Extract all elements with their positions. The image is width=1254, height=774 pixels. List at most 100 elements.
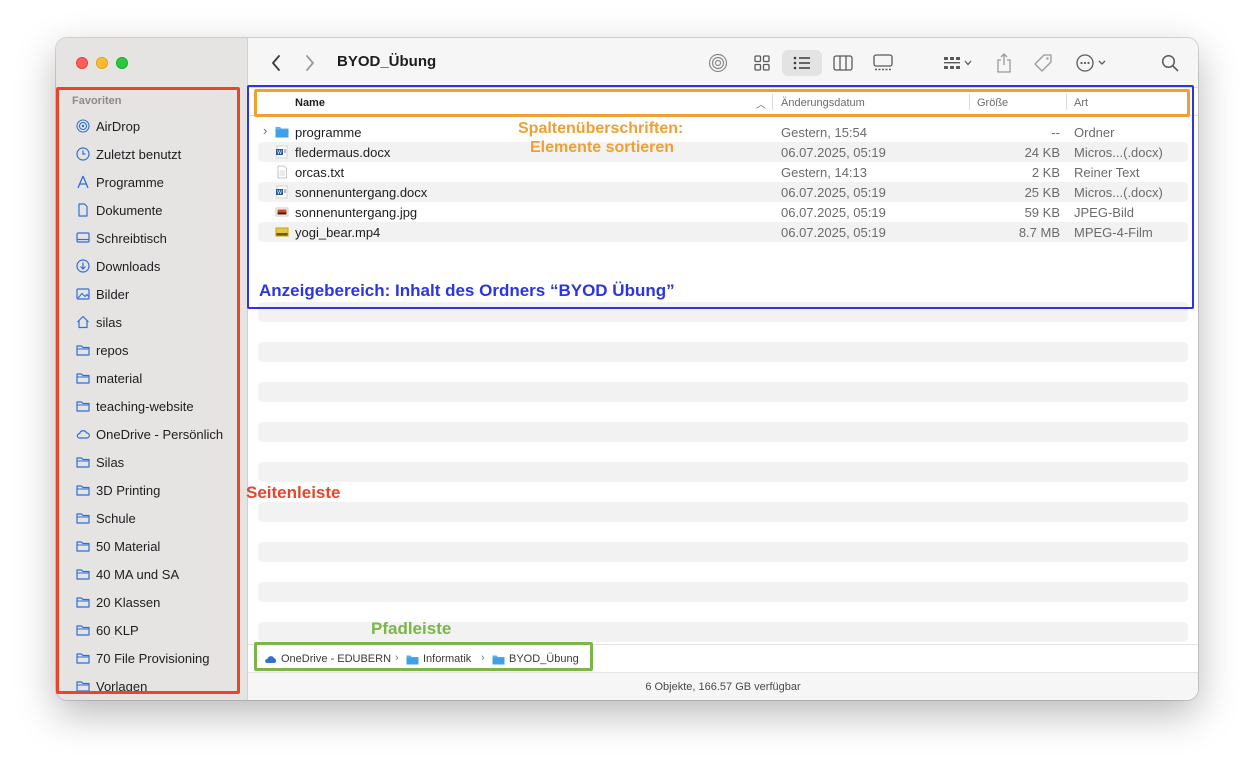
- window-title: BYOD_Übung: [337, 53, 437, 70]
- sidebar-item-bilder[interactable]: Bilder: [56, 280, 248, 308]
- sidebar-item-material[interactable]: material: [56, 364, 248, 392]
- column-header-size[interactable]: Größe: [977, 97, 1008, 109]
- sidebar-item-70-file-provisioning[interactable]: 70 File Provisioning: [56, 644, 248, 672]
- empty-row-stripe: [258, 542, 1188, 562]
- folder-icon: [275, 125, 289, 139]
- column-header-date[interactable]: Änderungsdatum: [781, 97, 865, 109]
- sidebar-item-label: Downloads: [96, 258, 161, 274]
- file-row[interactable]: Wsonnenuntergang.docx 06.07.2025, 05:19 25…: [258, 182, 1188, 202]
- download-icon: [76, 259, 90, 273]
- airdrop-toolbar-button[interactable]: [706, 51, 730, 75]
- path-segment-onedrive[interactable]: OneDrive - EDUBERN: [264, 653, 391, 665]
- sidebar-item-20-klassen[interactable]: 20 Klassen: [56, 588, 248, 616]
- cloud-icon: [76, 427, 90, 441]
- column-headers-annotation-label-line1: Spaltenüberschriften:: [518, 120, 684, 137]
- view-icons-button[interactable]: [748, 50, 776, 76]
- share-button[interactable]: [992, 49, 1016, 77]
- sidebar-item-label: Bilder: [96, 286, 130, 302]
- word-doc-icon: W: [275, 185, 289, 199]
- sidebar-item-60-klp[interactable]: 60 KLP: [56, 616, 248, 644]
- path-segment-byod[interactable]: BYOD_Übung: [492, 653, 579, 665]
- sidebar-item-vorlagen[interactable]: Vorlagen: [56, 672, 248, 700]
- folder-icon: [76, 399, 90, 413]
- close-window-button[interactable]: [76, 57, 88, 69]
- file-row[interactable]: › programme Gestern, 15:54 -- Ordner: [258, 122, 1188, 142]
- sidebar-item-silas[interactable]: silas: [56, 308, 248, 336]
- path-segment-informatik[interactable]: Informatik: [406, 653, 471, 665]
- sidebar-item-programme[interactable]: Programme: [56, 168, 248, 196]
- column-header-kind[interactable]: Art: [1074, 97, 1088, 109]
- sidebar-item-label: 50 Material: [96, 538, 161, 554]
- column-divider[interactable]: [969, 94, 970, 110]
- sidebar-item-silas[interactable]: Silas: [56, 448, 248, 476]
- sidebar-item-dokumente[interactable]: Dokumente: [56, 196, 248, 224]
- file-list-area: Name ︿ Änderungsdatum Größe Art › program…: [248, 88, 1198, 682]
- search-button[interactable]: [1158, 51, 1182, 75]
- sidebar-list: AirDrop Zuletzt benutzt Programme Dokumente…: [56, 112, 248, 700]
- file-kind: Micros...(.docx): [1074, 185, 1163, 200]
- folder-icon: [76, 455, 90, 469]
- image-file-icon: [275, 205, 289, 219]
- file-name: sonnenuntergang.docx: [295, 185, 428, 200]
- sidebar-item-schule[interactable]: Schule: [56, 504, 248, 532]
- gallery-icon: [873, 54, 893, 71]
- file-row[interactable]: Wfledermaus.docx 06.07.2025, 05:19 24 KB Mi…: [258, 142, 1188, 162]
- group-by-button[interactable]: [938, 50, 978, 76]
- file-size: 2 KB: [1031, 165, 1060, 180]
- back-button[interactable]: [266, 53, 286, 73]
- file-date: Gestern, 15:54: [781, 125, 867, 140]
- folder-icon: [76, 483, 90, 497]
- file-kind: MPEG-4-Film: [1074, 225, 1153, 240]
- photo-icon: [76, 287, 90, 301]
- desktop-icon: [76, 231, 90, 245]
- file-name: fledermaus.docx: [295, 145, 391, 160]
- file-date: 06.07.2025, 05:19: [781, 185, 886, 200]
- path-separator-icon: ›: [395, 652, 399, 664]
- airdrop-icon: [76, 119, 90, 133]
- minimize-window-button[interactable]: [96, 57, 108, 69]
- tags-button[interactable]: [1030, 50, 1056, 76]
- sidebar-item-label: Dokumente: [96, 202, 163, 218]
- file-row[interactable]: orcas.txt Gestern, 14:13 2 KB Reiner Text: [258, 162, 1188, 182]
- cloud-icon: [265, 655, 277, 663]
- zoom-window-button[interactable]: [116, 57, 128, 69]
- video-file-icon: [275, 225, 289, 239]
- ellipsis-circle-icon: [1076, 54, 1106, 72]
- toolbar: BYOD_Übung: [248, 38, 1198, 88]
- view-list-button[interactable]: [782, 50, 822, 76]
- view-columns-button[interactable]: [828, 50, 858, 76]
- folder-icon: [406, 655, 419, 664]
- column-divider[interactable]: [772, 94, 773, 110]
- column-divider[interactable]: [1066, 94, 1067, 110]
- sidebar-item-label: 70 File Provisioning: [96, 650, 210, 666]
- more-actions-button[interactable]: [1072, 50, 1112, 76]
- disclosure-triangle-icon[interactable]: ›: [263, 123, 267, 138]
- sidebar-item-label: AirDrop: [96, 118, 141, 134]
- svg-text:W: W: [277, 190, 282, 196]
- sidebar-item-downloads[interactable]: Downloads: [56, 252, 248, 280]
- sidebar-item-40-ma-und-sa[interactable]: 40 MA und SA: [56, 560, 248, 588]
- empty-row-stripe: [258, 582, 1188, 602]
- sidebar-item-schreibtisch[interactable]: Schreibtisch: [56, 224, 248, 252]
- empty-row-stripe: [258, 422, 1188, 442]
- folder-icon: [76, 539, 90, 553]
- sidebar-item-onedrive-persönlich[interactable]: OneDrive - Persönlich: [56, 420, 248, 448]
- sidebar-item-repos[interactable]: repos: [56, 336, 248, 364]
- folder-icon: [76, 623, 90, 637]
- file-row[interactable]: sonnenuntergang.jpg 06.07.2025, 05:19 59 K…: [258, 202, 1188, 222]
- sidebar-item-3d-printing[interactable]: 3D Printing: [56, 476, 248, 504]
- sidebar-item-label: Zuletzt benutzt: [96, 146, 182, 162]
- sidebar-item-50-material[interactable]: 50 Material: [56, 532, 248, 560]
- sidebar-item-teaching-website[interactable]: teaching-website: [56, 392, 248, 420]
- sidebar-item-label: 3D Printing: [96, 482, 161, 498]
- file-row[interactable]: yogi_bear.mp4 06.07.2025, 05:19 8.7 MB MPEG…: [258, 222, 1188, 242]
- file-date: 06.07.2025, 05:19: [781, 205, 886, 220]
- view-gallery-button[interactable]: [868, 50, 898, 76]
- sidebar-item-airdrop[interactable]: AirDrop: [56, 112, 248, 140]
- path-segment-label: OneDrive - EDUBERN: [281, 653, 392, 665]
- column-header-name[interactable]: Name: [295, 97, 325, 109]
- forward-button[interactable]: [300, 53, 320, 73]
- file-size: 8.7 MB: [1018, 225, 1060, 240]
- file-kind: Reiner Text: [1074, 165, 1140, 180]
- sidebar-item-zuletzt-benutzt[interactable]: Zuletzt benutzt: [56, 140, 248, 168]
